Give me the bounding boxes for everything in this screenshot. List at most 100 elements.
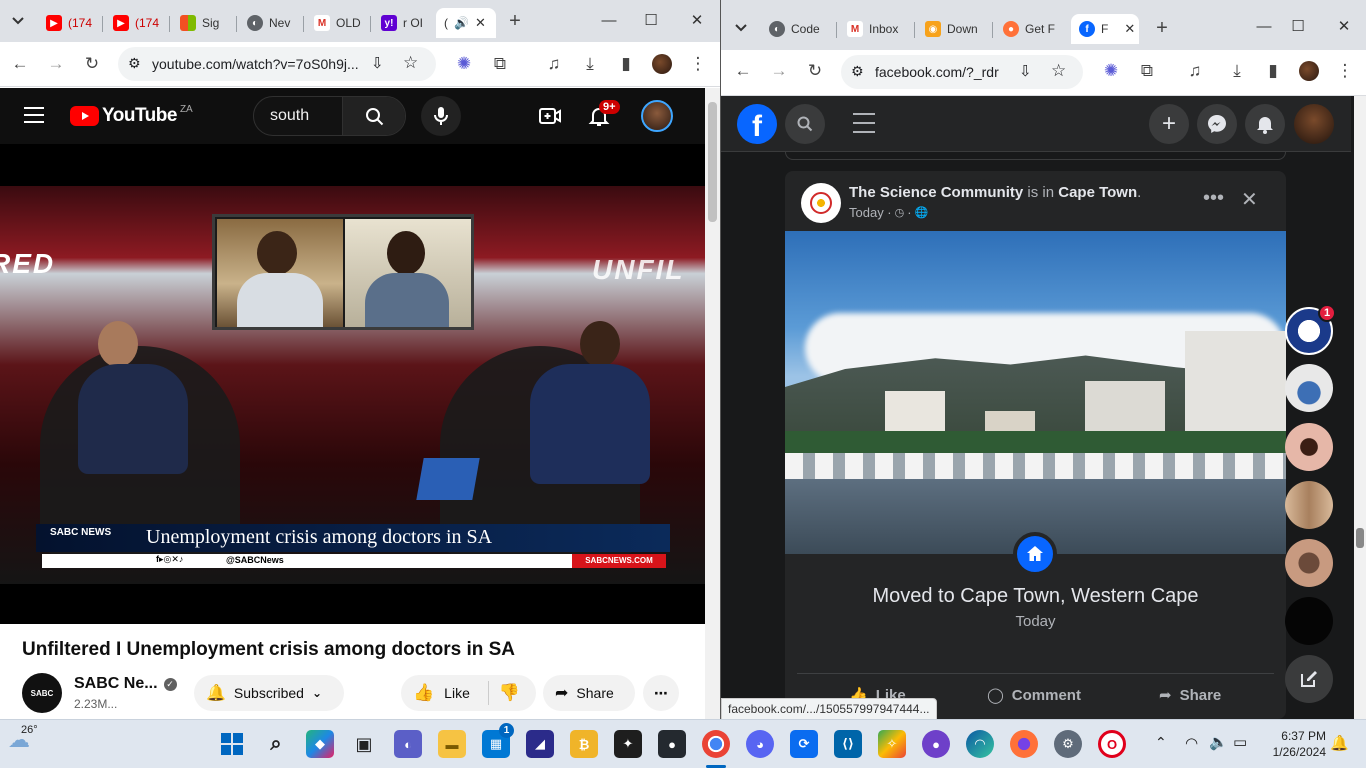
- media-control-icon[interactable]: ♫: [1181, 57, 1209, 85]
- forward-button[interactable]: →: [42, 50, 70, 78]
- notifications-button[interactable]: [1245, 104, 1285, 144]
- opera-icon[interactable]: O: [1098, 730, 1126, 758]
- minimize-button[interactable]: —: [1249, 14, 1279, 38]
- side-panel-icon[interactable]: ▮: [612, 50, 640, 78]
- more-actions-button[interactable]: ⋯: [643, 675, 679, 711]
- back-button[interactable]: ←: [6, 50, 34, 78]
- search-input[interactable]: south: [270, 107, 309, 125]
- chrome-menu-icon[interactable]: ⋮: [1331, 57, 1359, 85]
- task-view-icon[interactable]: ▣: [350, 730, 378, 758]
- bookmark-star-icon[interactable]: ☆: [403, 53, 418, 73]
- contact-avatar-3[interactable]: [1285, 423, 1333, 471]
- discord-icon[interactable]: ◕: [746, 730, 774, 758]
- bitcoin-app-icon[interactable]: ₿: [570, 730, 598, 758]
- scrollbar-thumb[interactable]: [708, 102, 717, 222]
- tab-close-icon[interactable]: ✕: [475, 15, 486, 31]
- copilot-pre-icon[interactable]: ◆: [306, 730, 334, 758]
- downloads-icon[interactable]: ⤓: [576, 50, 604, 78]
- close-window-button[interactable]: ✕: [682, 8, 712, 32]
- search-button[interactable]: [785, 104, 825, 144]
- page-scrollbar[interactable]: [705, 88, 720, 719]
- create-button[interactable]: +: [1149, 104, 1189, 144]
- tab-firefox[interactable]: ● Get F: [995, 14, 1067, 44]
- contact-avatar-4[interactable]: [1285, 481, 1333, 529]
- show-hidden-icons-chevron-up-icon[interactable]: ⌃: [1155, 734, 1167, 751]
- new-tab-button[interactable]: +: [1148, 14, 1176, 42]
- notification-bell-icon[interactable]: 🔔: [1330, 734, 1349, 752]
- weather-widget[interactable]: ☁ 26°: [8, 724, 38, 753]
- bookmark-star-icon[interactable]: ☆: [1051, 61, 1066, 81]
- start-button[interactable]: [218, 730, 246, 758]
- site-info-icon[interactable]: ⚙: [851, 63, 864, 80]
- clock-datetime[interactable]: 6:37 PM 1/26/2024: [1262, 728, 1326, 760]
- tab-code[interactable]: ◐ Code: [761, 14, 833, 44]
- file-explorer-icon[interactable]: ▬: [438, 730, 466, 758]
- install-app-icon[interactable]: ⇩: [371, 54, 384, 72]
- firefox-taskbar-icon[interactable]: [1010, 730, 1038, 758]
- reload-button[interactable]: ↻: [801, 57, 829, 85]
- channel-avatar[interactable]: SABC: [22, 673, 62, 713]
- minimize-button[interactable]: —: [594, 8, 624, 32]
- scrollbar-thumb[interactable]: [1356, 528, 1364, 548]
- chrome-taskbar-icon[interactable]: [702, 730, 730, 758]
- media-control-icon[interactable]: ♫: [540, 50, 568, 78]
- downloads-icon[interactable]: ⤓: [1223, 57, 1251, 85]
- subscribed-button[interactable]: 🔔 Subscribed ⌄: [194, 675, 344, 711]
- install-app-icon[interactable]: ⇩: [1019, 62, 1032, 80]
- new-tab-button[interactable]: +: [501, 7, 529, 35]
- notifications-button[interactable]: 9+: [587, 100, 620, 133]
- tab-active-youtube[interactable]: ( 🔊 ✕: [436, 8, 496, 38]
- puzzle-extensions-icon[interactable]: ⧉: [1133, 57, 1161, 85]
- page-avatar[interactable]: [801, 183, 841, 223]
- thumbs-up-icon[interactable]: 👍: [413, 683, 434, 703]
- account-avatar[interactable]: [1294, 104, 1334, 144]
- profile-avatar[interactable]: [648, 50, 676, 78]
- gemini-app-icon[interactable]: ✧: [878, 730, 906, 758]
- tab-youtube-1[interactable]: ▶ (174: [38, 8, 100, 38]
- post-options-button[interactable]: •••: [1203, 187, 1224, 210]
- teams-chat-icon[interactable]: ◐: [394, 730, 422, 758]
- chrome-menu-icon[interactable]: ⋮: [684, 50, 712, 78]
- vscode-icon[interactable]: ⟨⟩: [834, 730, 862, 758]
- youtube-search-box[interactable]: south: [253, 96, 406, 136]
- cape-town-photo[interactable]: [785, 231, 1286, 554]
- extension-icon[interactable]: ✺: [450, 50, 478, 78]
- maximize-button[interactable]: ☐: [1283, 14, 1313, 38]
- tab-yahoo[interactable]: y! r OI: [373, 8, 435, 38]
- address-bar[interactable]: ⚙ youtube.com/watch?v=7oS0h9j... ⇩ ☆: [118, 47, 436, 81]
- taskbar-search-button[interactable]: ⌕: [262, 730, 290, 758]
- messenger-button[interactable]: [1197, 104, 1237, 144]
- comment-button[interactable]: ◯ Comment: [987, 686, 1081, 705]
- side-panel-icon[interactable]: ▮: [1259, 57, 1287, 85]
- tab-search-button[interactable]: [4, 7, 32, 35]
- wifi-icon[interactable]: ◠: [1185, 734, 1198, 752]
- new-message-button[interactable]: [1285, 655, 1333, 703]
- thumbs-down-icon[interactable]: 👎: [499, 683, 520, 703]
- microsoft-store-icon[interactable]: ▦ 1: [482, 723, 514, 758]
- tab-active-facebook[interactable]: f F ✕: [1071, 14, 1139, 44]
- tab-close-icon[interactable]: ✕: [1124, 21, 1135, 37]
- hamburger-menu-icon[interactable]: [853, 113, 875, 133]
- close-window-button[interactable]: ✕: [1329, 14, 1359, 38]
- search-button[interactable]: [342, 97, 405, 135]
- facebook-logo[interactable]: f: [737, 104, 777, 144]
- puzzle-extensions-icon[interactable]: ⧉: [486, 50, 514, 78]
- share-button[interactable]: ➦ Share: [543, 675, 635, 711]
- page-scrollbar[interactable]: [1354, 96, 1366, 719]
- clock-app-icon[interactable]: ⟳: [790, 730, 818, 758]
- address-bar[interactable]: ⚙ facebook.com/?_rdr ⇩ ☆: [841, 55, 1083, 89]
- battery-icon[interactable]: ▭: [1233, 733, 1247, 751]
- tab-microsoft-signin[interactable]: Sig: [172, 8, 234, 38]
- tab-gmail-inbox[interactable]: M Inbox: [839, 14, 911, 44]
- voice-search-button[interactable]: [421, 96, 461, 136]
- tab-search-button[interactable]: [727, 14, 755, 42]
- contact-avatar-5[interactable]: [1285, 539, 1333, 587]
- settings-gear-icon[interactable]: ⚙: [1054, 730, 1082, 758]
- tab-news[interactable]: ◐ Nev: [239, 8, 301, 38]
- hide-post-button[interactable]: ✕: [1241, 187, 1258, 212]
- forward-button[interactable]: →: [765, 57, 793, 85]
- youtube-logo[interactable]: YouTube ZA: [70, 104, 193, 127]
- zoom-like-app-icon[interactable]: ◢: [526, 730, 554, 758]
- figma-icon[interactable]: ✦: [614, 730, 642, 758]
- profile-avatar[interactable]: [1295, 57, 1323, 85]
